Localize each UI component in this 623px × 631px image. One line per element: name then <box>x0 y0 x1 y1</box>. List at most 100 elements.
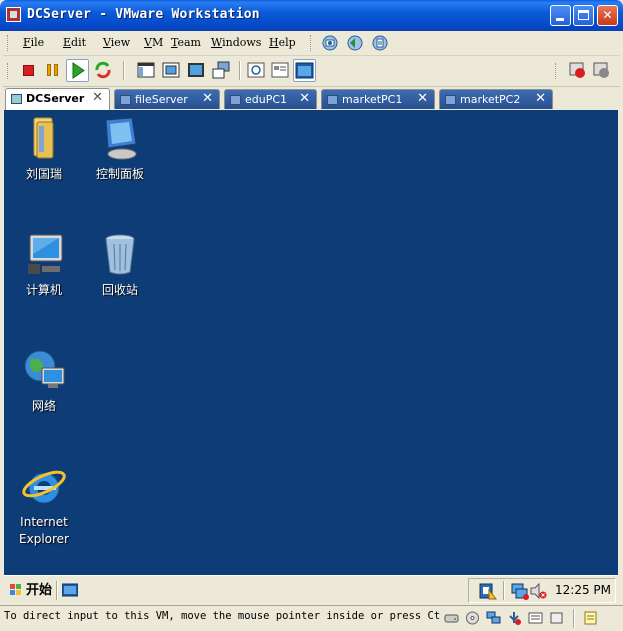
minimize-button[interactable] <box>550 5 571 26</box>
menu-file[interactable]: File <box>23 36 44 49</box>
status-separator <box>573 609 574 628</box>
toolbar-grip[interactable] <box>7 63 11 79</box>
desktop-icon-control-panel[interactable]: 控制面板 <box>81 114 159 183</box>
taskbar-separator <box>56 581 57 600</box>
snapshot-icon <box>322 35 338 51</box>
summary-view-icon <box>271 62 289 78</box>
desktop-icon-internet-explorer[interactable]: Internet Explorer <box>5 462 83 548</box>
fullscreen-icon <box>188 63 204 77</box>
menu-bar: File Edit View VM Team Windows Help <box>3 31 620 56</box>
appliance-view-button[interactable] <box>293 59 316 82</box>
team-power-off-button[interactable] <box>567 60 587 80</box>
desktop-icon-computer[interactable]: 计算机 <box>5 230 83 299</box>
snapshot-toolbar-grip[interactable] <box>310 35 314 51</box>
appliance-view-icon <box>295 62 314 79</box>
window-title: DCServer - VMware Workstation <box>27 7 260 22</box>
console-view-button[interactable] <box>246 60 266 80</box>
message-log-icon[interactable] <box>528 611 543 625</box>
tab-edupc1[interactable]: eduPC1 ✕ <box>224 89 317 109</box>
close-icon[interactable]: ✕ <box>92 89 103 107</box>
close-button[interactable]: ✕ <box>597 5 618 26</box>
vm-desktop[interactable]: 刘国瑞 控制面板 计算机 回收站 网络 Internet Explorer <box>4 110 618 575</box>
network-adapter-icon[interactable] <box>486 611 501 625</box>
sidebar-view-button[interactable] <box>136 60 156 80</box>
notes-icon[interactable] <box>583 611 598 625</box>
desktop-icon-label: 回收站 <box>101 283 138 297</box>
menu-edit[interactable]: Edit <box>63 36 86 49</box>
desktop-icon-label: 计算机 <box>25 283 62 297</box>
power-off-button[interactable] <box>18 60 38 80</box>
recycle-bin-icon <box>96 230 144 278</box>
team-settings-button[interactable] <box>591 60 611 80</box>
close-icon[interactable]: ✕ <box>535 90 546 108</box>
reset-icon <box>95 61 111 79</box>
toolbar-grip[interactable] <box>555 63 559 79</box>
status-bar: To direct input to this VM, move the mou… <box>0 605 623 631</box>
show-desktop-button[interactable] <box>61 582 79 597</box>
cdrom-icon[interactable] <box>465 611 480 625</box>
vmware-app-icon[interactable] <box>6 7 21 22</box>
vm-toolbar <box>3 56 620 87</box>
tab-marketpc2[interactable]: marketPC2 ✕ <box>439 89 553 109</box>
unity-icon <box>212 61 230 79</box>
tray-separator <box>503 581 504 600</box>
tab-label: eduPC1 <box>245 93 288 106</box>
tab-label: fileServer <box>135 93 188 106</box>
pause-icon <box>47 64 51 76</box>
menu-vm[interactable]: VM <box>144 36 163 49</box>
snapshot-manager-icon <box>372 35 388 51</box>
summary-view-button[interactable] <box>270 60 290 80</box>
tab-marketpc1[interactable]: marketPC1 ✕ <box>321 89 435 109</box>
title-bar[interactable]: DCServer - VMware Workstation ✕ <box>0 0 623 31</box>
hard-disk-icon[interactable] <box>444 611 459 625</box>
toolbar-separator <box>123 61 124 80</box>
network-status-icon[interactable] <box>511 582 529 600</box>
desktop-icon-label: 网络 <box>31 399 56 413</box>
desktop-icon-user-folder[interactable]: 刘国瑞 <box>5 114 83 183</box>
play-button[interactable] <box>66 59 89 82</box>
team-power-off-icon <box>569 62 585 78</box>
pause-icon-bar <box>54 64 58 76</box>
status-message: To direct input to this VM, move the mou… <box>4 610 440 622</box>
sidebar-view-icon <box>137 62 155 78</box>
take-snapshot-button[interactable] <box>321 34 340 52</box>
show-desktop-icon <box>61 583 79 597</box>
menu-view[interactable]: View <box>103 36 130 49</box>
desktop-icon-recycle-bin[interactable]: 回收站 <box>81 230 159 299</box>
vm-icon <box>11 94 22 104</box>
maximize-button[interactable] <box>573 5 594 26</box>
maximize-icon <box>578 10 589 20</box>
start-button[interactable]: 开始 <box>6 579 54 602</box>
menu-help[interactable]: Help <box>269 36 296 49</box>
user-folder-icon <box>20 114 68 162</box>
quick-switch-button[interactable] <box>161 60 181 80</box>
menu-grip[interactable] <box>7 35 11 51</box>
network-icon <box>20 346 68 394</box>
tab-fileserver[interactable]: fileServer ✕ <box>114 89 220 109</box>
unity-button[interactable] <box>211 60 231 80</box>
menu-windows[interactable]: Windows <box>211 36 261 49</box>
reset-button[interactable] <box>93 60 113 80</box>
power-off-icon <box>23 65 34 76</box>
desktop-icon-label: Internet Explorer <box>19 515 69 546</box>
clock[interactable]: 12:25 PM <box>555 583 611 597</box>
security-alert-icon[interactable] <box>479 582 497 600</box>
close-icon[interactable]: ✕ <box>417 90 428 108</box>
volume-muted-icon[interactable] <box>529 582 547 600</box>
control-panel-icon <box>96 114 144 162</box>
tab-dcserver[interactable]: DCServer ✕ <box>5 88 110 110</box>
revert-snapshot-button[interactable] <box>346 34 365 52</box>
minimize-icon <box>556 18 564 21</box>
fullscreen-button[interactable] <box>186 60 206 80</box>
vm-icon <box>230 95 241 105</box>
quick-switch-icon <box>162 62 180 78</box>
menu-team[interactable]: Team <box>171 36 201 49</box>
close-icon[interactable]: ✕ <box>299 90 310 108</box>
desktop-icon-network[interactable]: 网络 <box>5 346 83 415</box>
close-icon[interactable]: ✕ <box>202 90 213 108</box>
usb-device-icon[interactable] <box>507 611 522 625</box>
vm-display-icon[interactable] <box>549 611 564 625</box>
system-tray: 12:25 PM <box>468 578 616 603</box>
pause-button[interactable] <box>43 60 63 80</box>
snapshot-manager-button[interactable] <box>371 34 390 52</box>
